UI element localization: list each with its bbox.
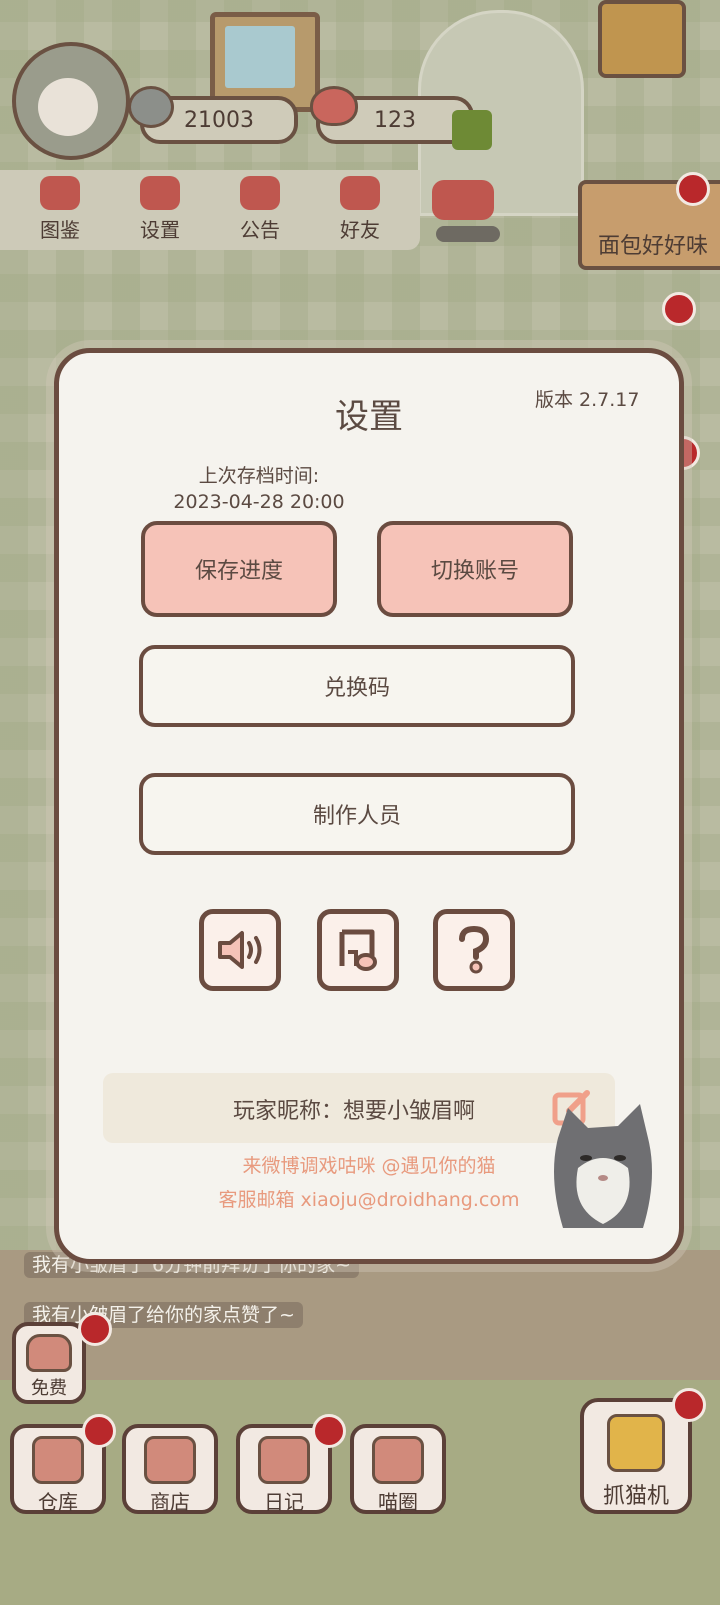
help-icon xyxy=(459,925,490,974)
warehouse-label: 仓库 xyxy=(38,1490,78,1514)
notification-dot xyxy=(676,172,710,206)
free-label: 免费 xyxy=(31,1378,67,1399)
nav-item-collection[interactable]: 图鉴 xyxy=(20,176,100,250)
cat-book-icon xyxy=(40,176,80,210)
gift-icon xyxy=(240,176,280,210)
gear-icon xyxy=(140,176,180,210)
shop-button[interactable]: 商店 xyxy=(122,1424,218,1514)
fish-count: 21003 xyxy=(184,107,254,133)
version-label: 版本 2.7.17 xyxy=(535,389,640,411)
friends-icon xyxy=(340,176,380,210)
cat-circle-label: 喵圈 xyxy=(378,1490,418,1514)
likes-progress-bar xyxy=(436,226,500,242)
add-currency-icon[interactable] xyxy=(452,110,492,150)
diary-label: 日记 xyxy=(264,1490,304,1514)
cat-planet-icon xyxy=(372,1436,424,1484)
save-progress-button[interactable]: 保存进度 xyxy=(141,521,337,617)
claw-icon xyxy=(607,1414,665,1472)
notification-dot xyxy=(78,1312,112,1346)
last-save-time: 2023-04-28 20:00 xyxy=(173,491,345,513)
nav-item-label: 好友 xyxy=(340,218,380,242)
cat-circle-button[interactable]: 喵圈 xyxy=(350,1424,446,1514)
bread-sign-label: 面包好好味 xyxy=(598,234,709,259)
save-progress-label: 保存进度 xyxy=(194,559,283,584)
switch-account-label: 切换账号 xyxy=(430,559,519,584)
music-toggle-button[interactable] xyxy=(317,909,399,991)
heart-count: 123 xyxy=(374,107,416,133)
claw-machine-label: 抓猫机 xyxy=(602,1484,669,1509)
heart-icon xyxy=(310,86,358,126)
diary-icon xyxy=(258,1436,310,1484)
shop-icon xyxy=(144,1436,196,1484)
sound-toggle-button[interactable] xyxy=(199,909,281,991)
last-save-info: 上次存档时间: 2023-04-28 20:00 xyxy=(159,463,359,515)
music-icon xyxy=(339,929,377,971)
credits-button[interactable]: 制作人员 xyxy=(139,773,575,855)
camera-icon[interactable] xyxy=(598,0,686,78)
nickname-bar[interactable]: 玩家昵称：想要小皱眉啊 xyxy=(103,1073,615,1143)
notification-dot xyxy=(312,1414,346,1448)
nav-item-label: 图鉴 xyxy=(40,218,80,242)
nav-item-friends[interactable]: 好友 xyxy=(320,176,400,250)
nav-item-label: 公告 xyxy=(240,218,280,242)
nav-item-settings[interactable]: 设置 xyxy=(120,176,200,250)
fish-picture xyxy=(225,26,295,88)
free-button[interactable]: 免费 xyxy=(12,1322,86,1404)
nickname-label: 玩家昵称：想要小皱眉啊 xyxy=(233,1099,476,1124)
switch-account-button[interactable]: 切换账号 xyxy=(377,521,573,617)
notification-dot xyxy=(672,1388,706,1422)
credits-label: 制作人员 xyxy=(312,804,401,829)
notification-dot xyxy=(662,292,696,326)
help-button[interactable] xyxy=(433,909,515,991)
shop-label: 商店 xyxy=(150,1490,190,1514)
avatar-face xyxy=(38,78,98,136)
warehouse-icon xyxy=(32,1436,84,1484)
last-save-label: 上次存档时间: xyxy=(198,465,320,487)
redeem-code-label: 兑换码 xyxy=(323,676,390,701)
nav-item-label: 设置 xyxy=(140,218,180,242)
sound-icon xyxy=(218,931,262,969)
heart-gift-icon xyxy=(26,1334,72,1372)
fish-icon xyxy=(128,86,174,128)
notification-dot xyxy=(82,1414,116,1448)
redeem-code-button[interactable]: 兑换码 xyxy=(139,645,575,727)
cat-photo xyxy=(554,1104,652,1228)
nav-item-announcements[interactable]: 公告 xyxy=(220,176,300,250)
likes-icon[interactable] xyxy=(432,180,494,220)
